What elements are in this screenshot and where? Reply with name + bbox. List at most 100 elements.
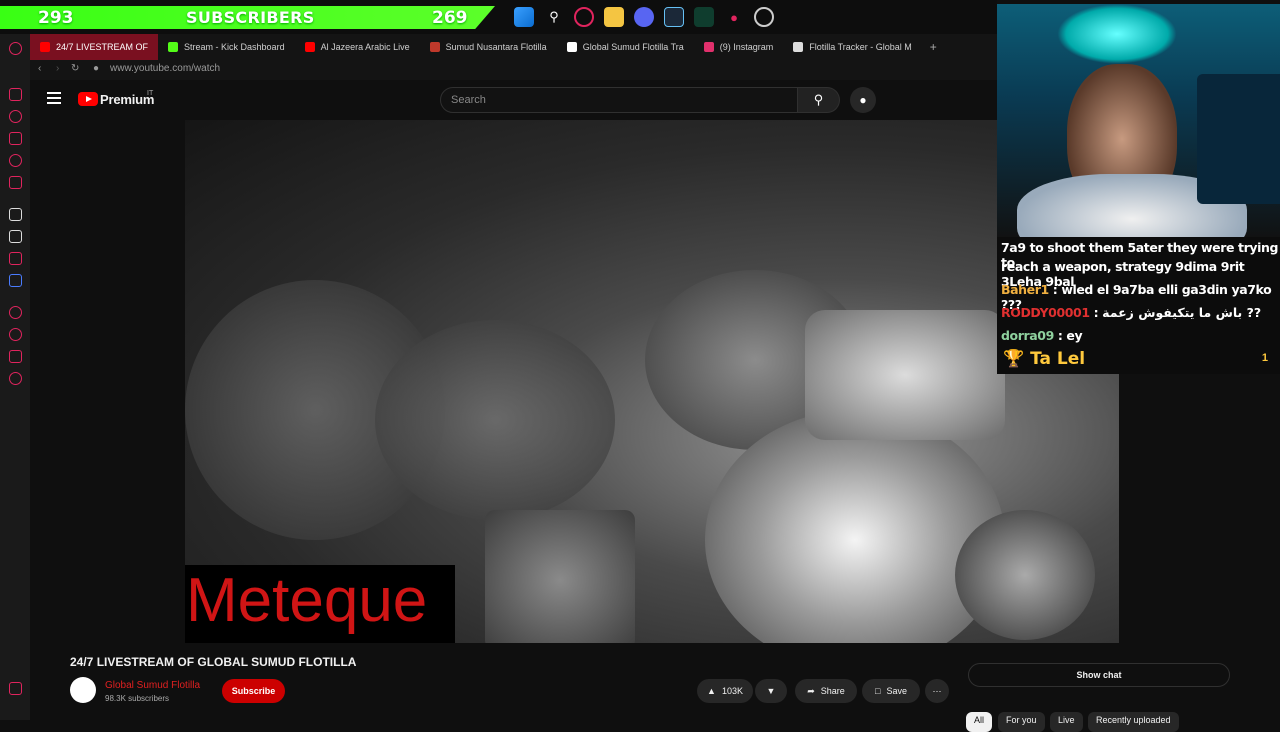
tab-label: (9) Instagram: [719, 42, 774, 52]
browser-tab[interactable]: 24/7 LIVESTREAM OF: [30, 34, 159, 60]
chrome-icon[interactable]: [754, 7, 774, 27]
chat-message: dorra09 : ey: [1001, 328, 1083, 343]
chat-username: Baher1: [1001, 282, 1049, 297]
sidebar-app-icon[interactable]: [9, 350, 22, 363]
more-icon: ⋯: [932, 685, 942, 696]
tab-label: Flotilla Tracker - Global M: [809, 42, 912, 52]
video-scene-shape: [805, 310, 1005, 440]
discord-icon[interactable]: [634, 7, 654, 27]
video-scene-shape: [955, 510, 1095, 640]
maps-icon[interactable]: ●: [724, 7, 744, 27]
video-scene-shape: [485, 510, 635, 643]
browser-tab[interactable]: Global Sumud Flotilla Tra: [557, 34, 694, 60]
search-button[interactable]: ⚲: [798, 87, 840, 113]
tab-label: Stream - Kick Dashboard: [184, 42, 285, 52]
tab-favicon-icon: [40, 42, 50, 52]
subscriber-label: SUBSCRIBERS: [186, 8, 315, 27]
bookmark-icon: □: [875, 686, 881, 696]
search-icon[interactable]: ⚲: [544, 7, 564, 27]
tab-favicon-icon: [168, 42, 179, 52]
sidebar-app-icon[interactable]: [9, 154, 22, 167]
chip-live[interactable]: Live: [1050, 712, 1083, 732]
chip-for-you[interactable]: For you: [998, 712, 1045, 732]
address-bar: ‹ › ↻ ● www.youtube.com/watch: [30, 60, 997, 80]
share-button[interactable]: ➦ Share: [795, 679, 857, 703]
youtube-header: Premium IT Search ⚲ ●: [30, 80, 997, 120]
sidebar-app-icon[interactable]: [9, 110, 22, 123]
search-icon: ⚲: [813, 92, 824, 107]
tab-favicon-icon: [304, 42, 315, 52]
browser-tab[interactable]: Al Jazeera Arabic Live: [295, 34, 420, 60]
app-icon[interactable]: [694, 7, 714, 27]
forward-icon[interactable]: ›: [56, 63, 59, 74]
chat-username: RODDY00001: [1001, 305, 1090, 320]
chip-all[interactable]: All: [966, 712, 993, 732]
browser-tab[interactable]: Sumud Nusantara Flotilla: [420, 34, 557, 60]
stream-chat-overlay: 7a9 to shoot them 5ater they were trying…: [997, 237, 1280, 374]
sidebar-app-icon[interactable]: [9, 88, 22, 101]
more-actions-button[interactable]: ⋯: [925, 679, 949, 703]
webcam-light-shape: [1057, 4, 1177, 64]
youtube-logo-icon[interactable]: [78, 92, 98, 106]
like-button[interactable]: ▲ 103K: [697, 679, 753, 703]
browser-tab[interactable]: Stream - Kick Dashboard: [158, 34, 295, 60]
tab-favicon-icon: [429, 42, 440, 52]
country-code: IT: [147, 90, 154, 97]
sidebar-app-icon[interactable]: [9, 132, 22, 145]
taskbar: ⚲ ●: [500, 0, 997, 34]
new-tab-button[interactable]: +: [922, 34, 945, 60]
video-scene-shape: [375, 320, 615, 520]
opera-icon[interactable]: [574, 7, 594, 27]
reload-icon[interactable]: ↻: [71, 63, 79, 74]
steam-icon[interactable]: [664, 7, 684, 27]
subscriber-count-right: 269: [432, 8, 468, 28]
settings-icon[interactable]: [9, 372, 22, 385]
tab-favicon-icon: [566, 42, 577, 52]
back-icon[interactable]: ‹: [38, 63, 41, 74]
like-count: 103K: [721, 686, 743, 696]
thumbs-down-icon: ▼: [766, 686, 776, 696]
sidebar-app-icon[interactable]: [9, 274, 22, 287]
sidebar-app-icon[interactable]: [9, 306, 22, 319]
sidebar-app-icon[interactable]: [9, 208, 22, 221]
tab-label: Al Jazeera Arabic Live: [320, 42, 410, 52]
browser-tab[interactable]: (9) Instagram: [694, 34, 784, 60]
highlight-count: 1: [1261, 352, 1268, 364]
opera-logo-icon[interactable]: [9, 42, 22, 55]
tab-label: Global Sumud Flotilla Tra: [582, 42, 684, 52]
video-title: 24/7 LIVESTREAM OF GLOBAL SUMUD FLOTILLA: [70, 655, 357, 669]
share-label: Share: [820, 686, 845, 696]
folder-icon[interactable]: [604, 7, 624, 27]
windows-icon[interactable]: [514, 7, 534, 27]
sidebar-app-icon[interactable]: [9, 252, 22, 265]
tab-favicon-icon: [703, 42, 714, 52]
share-icon: ➦: [807, 685, 815, 696]
search-input[interactable]: Search: [440, 87, 798, 113]
channel-subscribers: 98.3K subscribers: [105, 694, 170, 703]
webcam-feed: [997, 4, 1280, 240]
save-button[interactable]: □ Save: [862, 679, 920, 703]
chat-message: RODDY00001 : باش ما يتكيفوش زعمة ??: [1001, 305, 1262, 320]
tab-strip: 24/7 LIVESTREAM OF Stream - Kick Dashboar…: [30, 34, 997, 60]
chip-recently-uploaded[interactable]: Recently uploaded: [1088, 712, 1179, 732]
channel-name[interactable]: Global Sumud Flotilla: [105, 680, 200, 691]
microphone-icon: ●: [859, 93, 867, 107]
video-overlay-text: Meteque: [186, 566, 428, 635]
channel-avatar[interactable]: [70, 677, 96, 703]
dislike-button[interactable]: ▼: [755, 679, 787, 703]
lock-icon: ●: [93, 63, 100, 74]
trophy-icon: 🏆: [1003, 349, 1025, 369]
tab-label: Sumud Nusantara Flotilla: [445, 42, 547, 52]
history-icon[interactable]: [9, 328, 22, 341]
x-icon[interactable]: [9, 230, 22, 243]
voice-search-button[interactable]: ●: [850, 87, 876, 113]
show-chat-button[interactable]: Show chat: [968, 663, 1230, 687]
subscribe-button[interactable]: Subscribe: [222, 679, 285, 703]
menu-icon[interactable]: [47, 92, 61, 104]
browser-tab[interactable]: Flotilla Tracker - Global M: [783, 34, 922, 60]
url-field[interactable]: www.youtube.com/watch: [110, 63, 220, 74]
tab-label: 24/7 LIVESTREAM OF: [56, 42, 149, 52]
sidebar-app-icon[interactable]: [9, 682, 22, 695]
save-label: Save: [886, 686, 907, 696]
sidebar-app-icon[interactable]: [9, 176, 22, 189]
